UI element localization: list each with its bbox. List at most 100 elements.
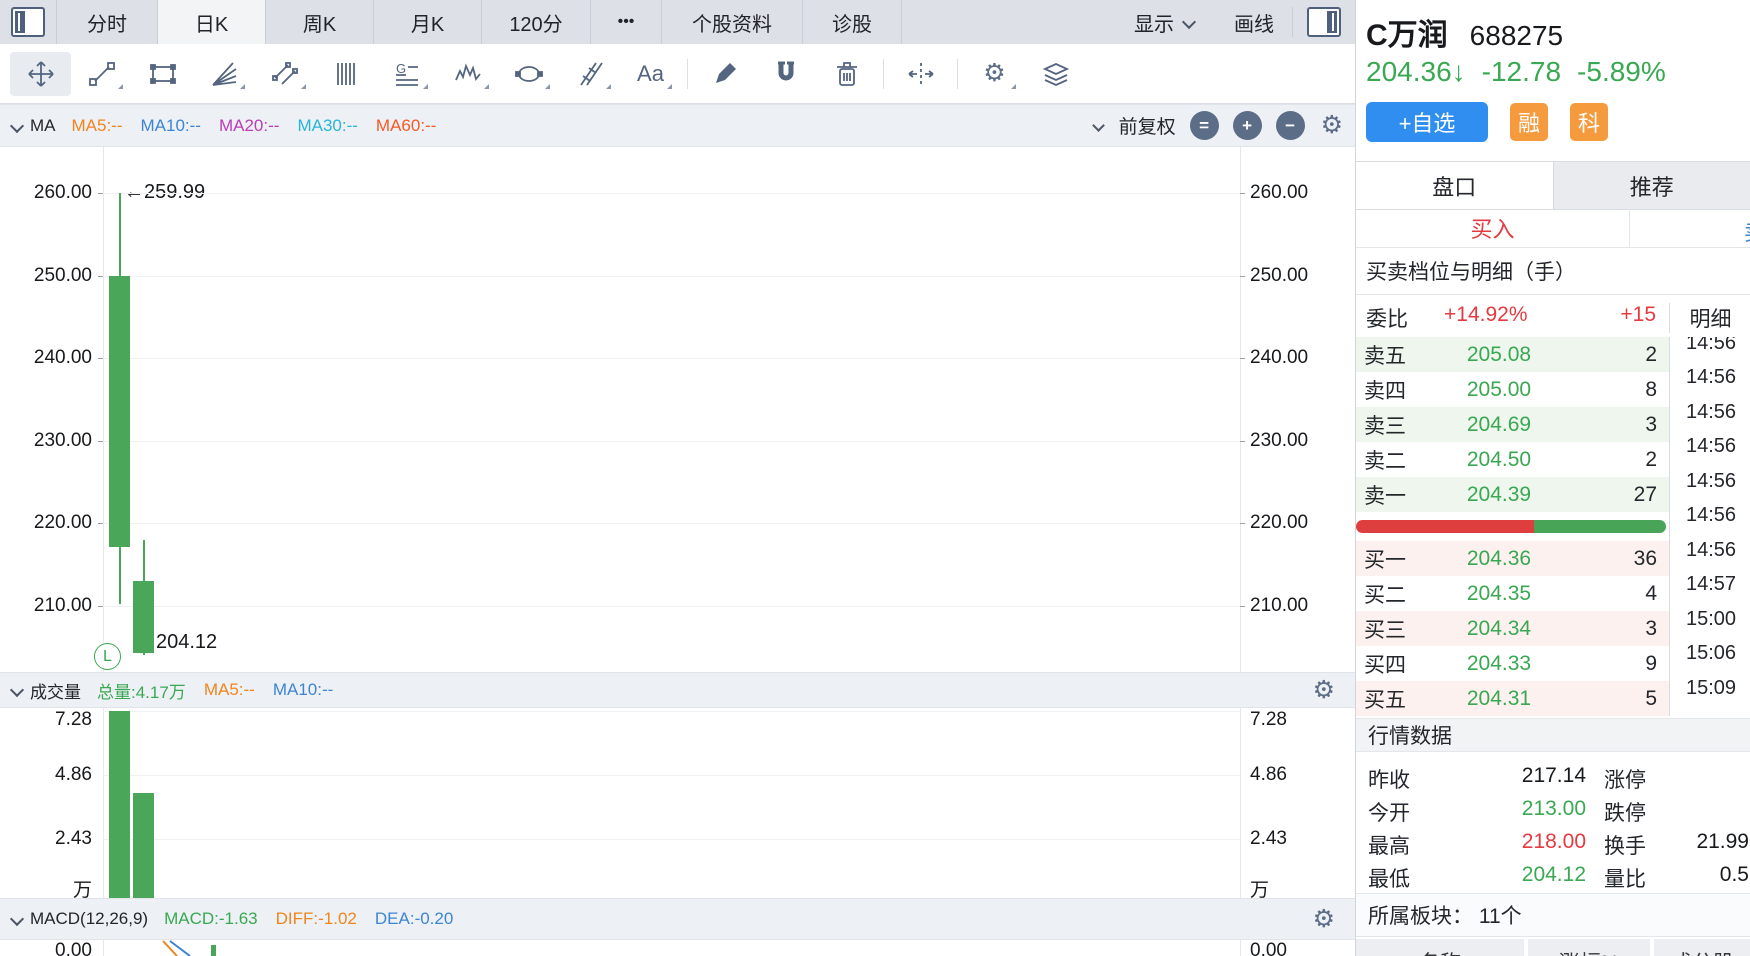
y-axis-unit-label: 万 [1250,880,1270,898]
bid-price: 204.34 [1466,616,1532,640]
gann-fan-tool[interactable] [193,52,254,96]
text-tool[interactable]: Aa [620,52,681,96]
event-marker[interactable]: L [94,643,121,670]
display-dropdown[interactable]: 显示 [1112,8,1216,37]
volume-ratio-value: 0.5 [1719,863,1749,886]
axis-tick [1240,193,1245,194]
ask-row-5[interactable]: 卖五 205.08 2 [1356,337,1669,372]
ma60-value: MA60:-- [375,115,437,135]
tab-monthly-k[interactable]: 月K [374,0,482,44]
star-market-badge-label: 科 [1577,111,1600,136]
bid-level: 买三 [1364,618,1406,642]
candle-body [109,275,130,548]
tab-label: 诊股 [832,13,872,36]
weibi-label: 委比 [1366,308,1408,331]
bid-row-1[interactable]: 买一 204.36 36 [1356,541,1669,576]
marker-pen-tool[interactable] [694,52,755,96]
ask-row-1[interactable]: 卖一 204.39 27 [1356,477,1669,512]
ask-row-2[interactable]: 卖二 204.50 2 [1356,442,1669,477]
magnet-tool[interactable] [755,52,816,96]
volume-chart-pane[interactable]: 7.28 7.28 4.86 4.86 2.43 2.43 万 万 [0,708,1355,898]
trendline-tool[interactable] [71,52,132,96]
tab-120min[interactable]: 120分 [482,0,591,44]
golden-section-tool[interactable]: G [376,52,437,96]
tab-stock-info[interactable]: 个股资料 [662,0,803,44]
macd-value: MACD:-1.63 [164,909,258,928]
volume-header-row: 成交量 总量:4.17万 MA5:-- MA10:-- ⚙ [0,672,1355,708]
draw-line-button[interactable]: 画线 [1216,8,1292,37]
volume-settings-gear-icon[interactable]: ⚙ [1313,677,1335,703]
layers-icon [1042,62,1069,86]
volume-ma10: MA10:-- [272,680,334,699]
ask-row-3[interactable]: 卖三 204.69 3 [1356,407,1669,442]
collapse-volume-icon[interactable] [9,682,25,698]
trade-times-column[interactable]: 14:56 14:56 14:56 14:56 14:56 14:56 14:56 14:57… [1669,337,1750,716]
trash-icon [836,61,857,86]
macd-header-row: MACD(12,26,9) MACD:-1.63 DIFF:-1.02 DEA:… [0,898,1355,940]
sell-side-button[interactable]: 卖出 [1744,215,1750,247]
add-watchlist-label: +自选 [1398,111,1456,136]
y-axis-label: 220.00 [33,512,92,534]
vertical-lines-tool[interactable] [315,52,376,96]
toolbar-divider [883,58,884,89]
kline-chart-pane[interactable]: ←259.99 ←204.12 L 260.00 260.00 250.00 250.… [0,147,1355,672]
horizontal-expand-tool[interactable] [890,52,951,96]
bid-row-4[interactable]: 买四 204.33 9 [1356,646,1669,681]
trendline-icon [88,61,115,86]
tab-diagnose[interactable]: 诊股 [803,0,902,44]
tab-recommend[interactable]: 推荐 [1554,162,1750,209]
macd-chart-pane[interactable]: 0.00 0.00 [0,940,1355,956]
ask-price: 205.08 [1466,342,1532,366]
sell-label: 卖出 [1744,220,1750,245]
reset-zoom-button[interactable]: = [1189,111,1219,140]
tab-weekly-k[interactable]: 周K [266,0,374,44]
dea-value: DEA:-0.20 [374,909,454,928]
axis-tick [1240,523,1245,525]
toggle-right-panel-button[interactable] [1292,7,1355,37]
toggle-left-panel-button[interactable] [0,0,57,44]
collapse-ma-icon[interactable] [9,118,25,133]
axis-tick [1240,358,1245,360]
bid-row-5[interactable]: 买五 204.31 5 [1356,681,1669,716]
ma-settings-gear-icon[interactable]: ⚙ [1321,113,1343,138]
star-market-badge: 科 [1570,103,1608,141]
ma5-value: MA5:-- [71,115,123,135]
top-tab-bar: 分时 日K 周K 月K 120分 ••• 个股资料 诊股 显示 画线 [0,0,1355,45]
bid-row-3[interactable]: 买三 204.34 3 [1356,611,1669,646]
col-header-name: 名称 [1356,939,1524,956]
trade-time: 14:56 [1685,337,1737,354]
minus-icon: − [1285,115,1296,135]
sectors-row[interactable]: 所属板块： 11个 [1356,893,1750,937]
chart-settings-tool[interactable]: ⚙ [964,52,1025,96]
y-axis-label: 230.00 [33,429,92,451]
angle-lines-tool[interactable] [559,52,620,96]
layers-tool[interactable] [1025,52,1086,96]
ellipse-tool[interactable] [498,52,559,96]
tab-more[interactable]: ••• [591,0,662,44]
angle-lines-icon [579,61,603,86]
crosshair-move-tool[interactable] [10,51,71,96]
parallel-channel-tool[interactable] [254,52,315,96]
macd-settings-gear-icon[interactable]: ⚙ [1313,906,1335,932]
rectangle-tool[interactable] [132,52,193,96]
tab-minute-chart[interactable]: 分时 [57,0,158,44]
collapse-macd-icon[interactable] [9,911,25,927]
wave-tool[interactable] [437,52,498,96]
tab-daily-k[interactable]: 日K [158,0,266,44]
col-header-change-pct: 涨幅% [1528,939,1650,956]
detail-column-header[interactable]: 明细 [1669,303,1750,333]
add-watchlist-button[interactable]: +自选 [1366,102,1488,142]
buy-side-button[interactable]: 买入 [1356,209,1630,247]
weibi-row: 委比 +14.92% +15 明细 [1356,294,1750,338]
ask-level: 卖二 [1364,449,1406,473]
y-axis-label: 220.00 [1250,512,1309,534]
bid-qty: 3 [1645,616,1657,640]
adjust-mode-dropdown[interactable]: 前复权 [1091,112,1176,139]
ask-row-4[interactable]: 卖四 205.00 8 [1356,372,1669,407]
axis-tick [98,275,103,277]
trash-tool[interactable] [816,52,877,96]
tab-order-book[interactable]: 盘口 [1356,162,1554,209]
bid-row-2[interactable]: 买二 204.35 4 [1356,576,1669,611]
zoom-out-button[interactable]: − [1275,111,1305,140]
zoom-in-button[interactable]: + [1232,111,1262,140]
